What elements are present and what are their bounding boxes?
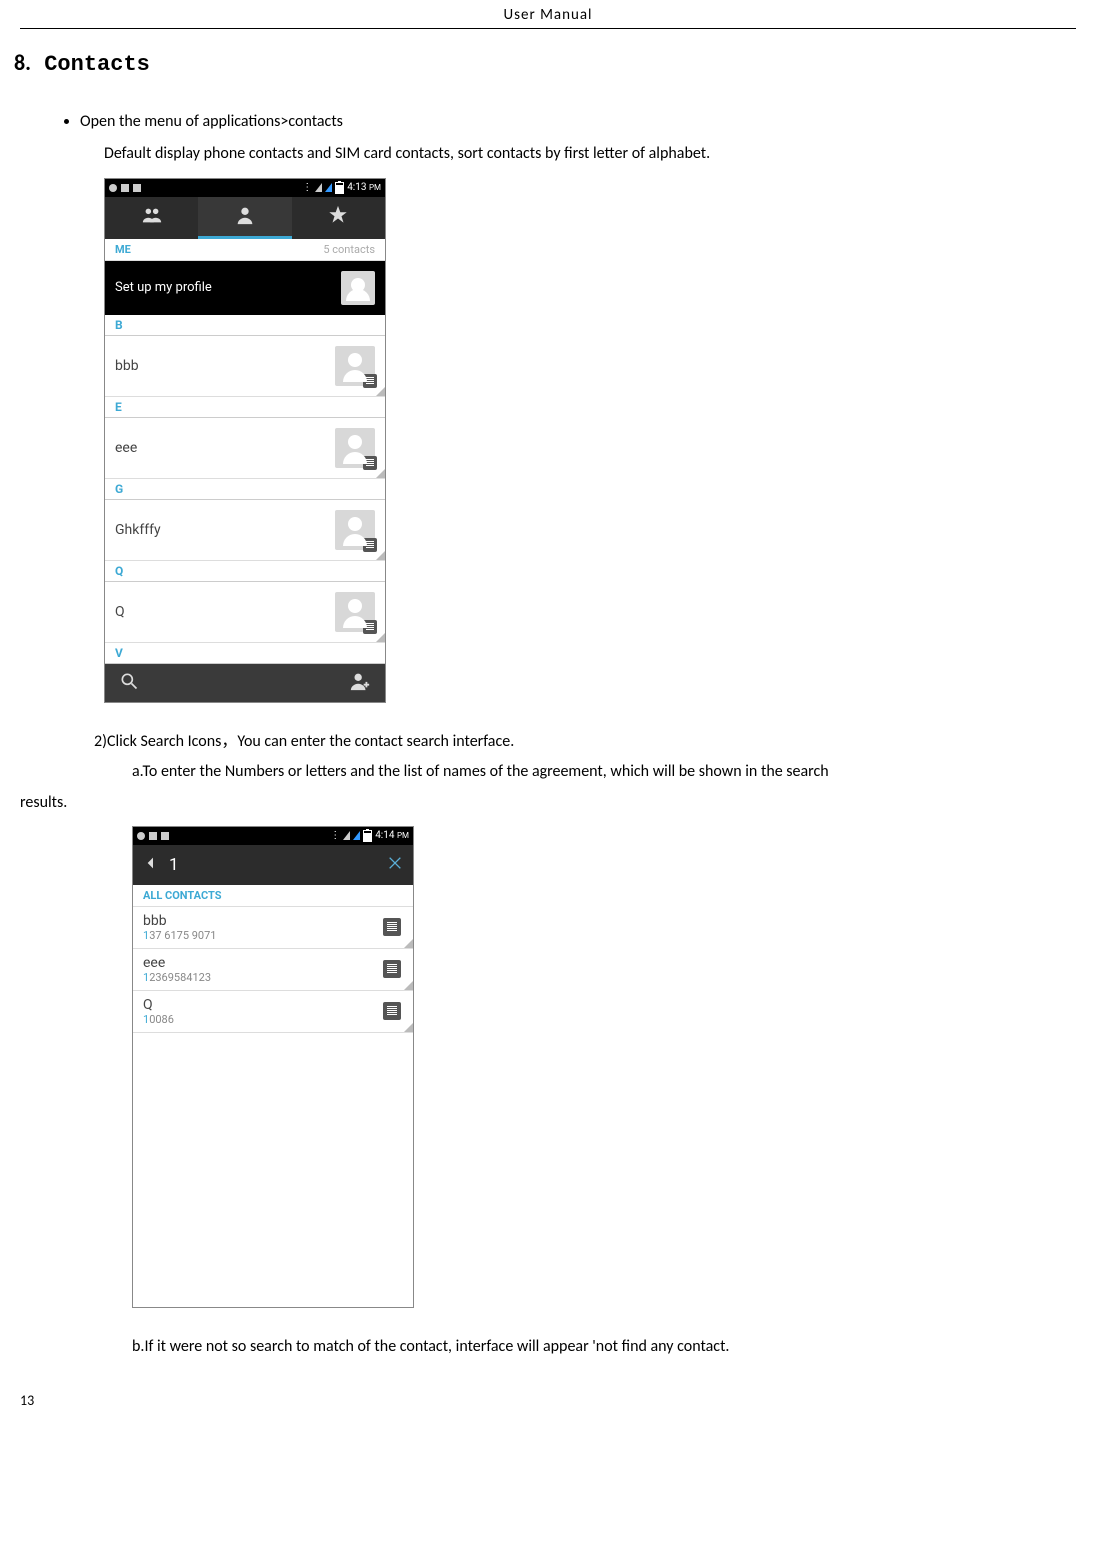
setup-profile-row[interactable]: Set up my profile	[105, 261, 385, 315]
add-contact-icon[interactable]	[349, 670, 371, 695]
status-bar: ⋮ 4:13 PM	[105, 179, 385, 197]
expand-corner-icon	[404, 1023, 413, 1032]
expand-corner-icon	[376, 469, 385, 478]
status-dot-icon	[109, 184, 117, 192]
result-number: 12369584123	[143, 971, 211, 984]
expand-corner-icon	[376, 633, 385, 642]
bullet-description: Default display phone contacts and SIM c…	[104, 139, 1076, 169]
contacts-screenshot-2: ⋮ 4:14 PM 1 ALL CONTACTS bbb 137 6175 90…	[132, 826, 414, 1308]
sim-badge-icon	[363, 374, 377, 388]
group-icon	[141, 204, 163, 229]
bottom-toolbar	[105, 664, 385, 702]
star-icon	[327, 204, 349, 229]
tab-favorites[interactable]	[292, 197, 385, 239]
contact-name: Ghkfffy	[115, 522, 161, 538]
result-name: bbb	[143, 913, 216, 929]
signal-sim2-icon	[325, 183, 332, 192]
result-name: eee	[143, 955, 211, 971]
bullet-open-contacts: Open the menu of applications>contacts	[80, 107, 1076, 137]
empty-area	[133, 1033, 413, 1307]
search-input[interactable]: 1	[169, 855, 377, 875]
page-header: User Manual	[20, 0, 1076, 29]
search-result-row[interactable]: bbb 137 6175 9071	[133, 907, 413, 949]
search-icon[interactable]	[119, 671, 139, 694]
person-icon	[234, 204, 256, 229]
search-result-row[interactable]: Q 10086	[133, 991, 413, 1033]
step-2a-text-cont: results.	[20, 788, 1076, 818]
battery-icon	[335, 182, 344, 194]
letter-header: Q	[105, 561, 385, 582]
search-bar: 1	[133, 845, 413, 885]
contact-row[interactable]: Q	[105, 582, 385, 643]
status-dot-icon	[137, 832, 145, 840]
page-number: 13	[20, 1392, 1076, 1409]
contacts-count: 5 contacts	[323, 243, 375, 256]
tab-contacts[interactable]	[198, 197, 291, 239]
avatar-icon	[335, 346, 375, 386]
section-name: Contacts	[44, 52, 150, 77]
expand-corner-icon	[404, 939, 413, 948]
step-2-text: 2)Click Search Icons，You can enter the c…	[94, 727, 1076, 757]
contact-row[interactable]: Ghkfffy	[105, 500, 385, 561]
result-number: 10086	[143, 1013, 174, 1026]
contacts-tab-bar	[105, 197, 385, 239]
result-number: 137 6175 9071	[143, 929, 216, 942]
avatar-icon	[341, 271, 375, 305]
section-number: 8.	[14, 49, 31, 76]
sim-badge-icon	[383, 1002, 401, 1020]
contact-row[interactable]: bbb	[105, 336, 385, 397]
status-square-icon	[121, 184, 129, 192]
contacts-screenshot-1: ⋮ 4:13 PM ME 5 contacts Set up my profil…	[104, 178, 386, 703]
sim-badge-icon	[383, 960, 401, 978]
contact-name: bbb	[115, 358, 139, 374]
letter-header: V	[105, 643, 385, 664]
status-time: 4:14 PM	[375, 830, 409, 841]
back-icon[interactable]	[143, 855, 159, 874]
contact-name: eee	[115, 440, 137, 456]
sim-badge-icon	[363, 538, 377, 552]
expand-corner-icon	[404, 981, 413, 990]
avatar-icon	[335, 510, 375, 550]
status-time: 4:13 PM	[347, 182, 381, 193]
me-header-row: ME 5 contacts	[105, 239, 385, 261]
avatar-icon	[335, 592, 375, 632]
sim-badge-icon	[383, 918, 401, 936]
step-2a-text: a.To enter the Numbers or letters and th…	[132, 757, 1076, 787]
me-label: ME	[115, 243, 131, 256]
bluetooth-icon: ⋮	[330, 830, 340, 841]
signal-sim2-icon	[353, 831, 360, 840]
signal-sim1-icon	[315, 183, 322, 192]
step-2b-text: b.If it were not so search to match of t…	[132, 1332, 1076, 1362]
expand-corner-icon	[376, 551, 385, 560]
expand-corner-icon	[376, 387, 385, 396]
clear-icon[interactable]	[387, 855, 403, 874]
status-square-icon	[149, 832, 157, 840]
tab-groups[interactable]	[105, 197, 198, 239]
result-name: Q	[143, 997, 174, 1013]
setup-profile-label: Set up my profile	[115, 280, 212, 295]
contact-name: Q	[115, 604, 125, 620]
search-result-row[interactable]: eee 12369584123	[133, 949, 413, 991]
contact-row[interactable]: eee	[105, 418, 385, 479]
letter-header: B	[105, 315, 385, 336]
bluetooth-icon: ⋮	[302, 182, 312, 193]
all-contacts-header: ALL CONTACTS	[133, 885, 413, 907]
status-square-icon	[161, 832, 169, 840]
status-square-icon	[133, 184, 141, 192]
avatar-icon	[335, 428, 375, 468]
letter-header: E	[105, 397, 385, 418]
status-bar: ⋮ 4:14 PM	[133, 827, 413, 845]
sim-badge-icon	[363, 456, 377, 470]
sim-badge-icon	[363, 620, 377, 634]
letter-header: G	[105, 479, 385, 500]
section-title: 8. Contacts	[14, 49, 1076, 77]
battery-icon	[363, 830, 372, 842]
signal-sim1-icon	[343, 831, 350, 840]
